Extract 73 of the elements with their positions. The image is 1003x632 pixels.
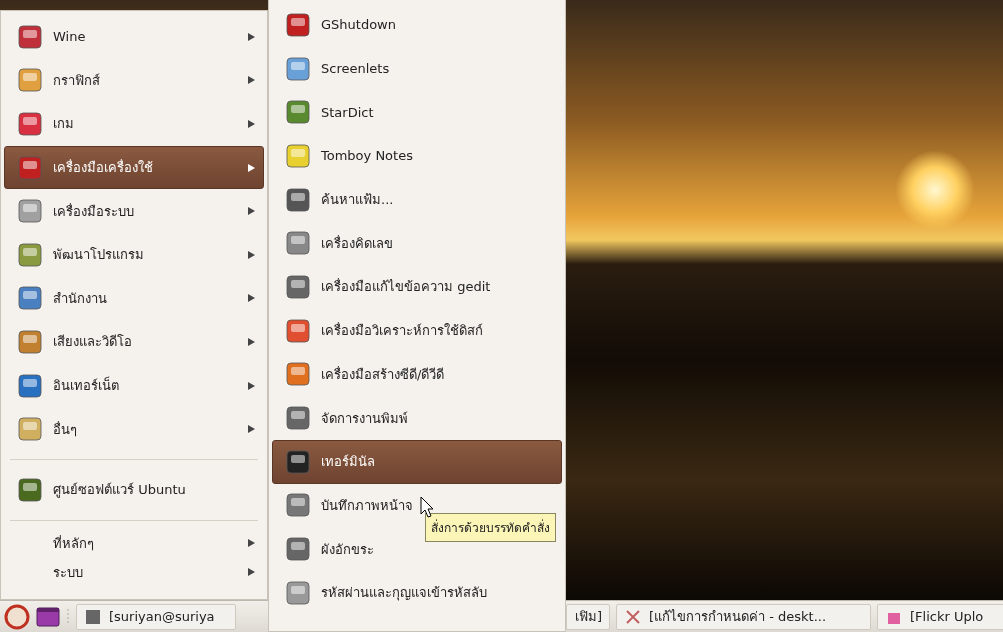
menu-item[interactable]: GShutdown — [272, 3, 405, 47]
application-icon — [285, 448, 311, 475]
application-icon — [285, 579, 311, 606]
mouse-cursor-icon — [420, 496, 434, 518]
submenu-arrow-icon — [248, 337, 255, 346]
menu-item[interactable]: จัดการงานพิมพ์ — [272, 396, 417, 440]
application-icon — [17, 416, 43, 443]
submenu-arrow-icon — [248, 207, 255, 216]
submenu-arrow-icon — [248, 568, 255, 577]
application-icon — [285, 492, 311, 519]
menu-item[interactable]: เทอร์มินัล — [272, 439, 562, 484]
menu-item[interactable]: พัฒนาโปรแกรม — [4, 232, 264, 277]
tooltip: สั่งการด้วยบรรทัดคำสั่ง — [425, 513, 556, 542]
menu-item[interactable]: เกม — [4, 102, 264, 146]
menu-item[interactable]: เสียงและวิดีโอ — [4, 320, 264, 364]
menu-item[interactable]: ที่หลักๆ — [4, 528, 264, 558]
application-icon — [17, 154, 43, 181]
application-icon — [17, 285, 43, 312]
logo-icon[interactable] — [4, 603, 30, 630]
menu-item[interactable]: ค้นหาแฟ้ม... — [272, 177, 403, 222]
application-icon — [285, 142, 311, 169]
menu-item[interactable]: StarDict — [272, 90, 383, 135]
application-icon — [285, 405, 311, 432]
submenu-arrow-icon — [248, 250, 255, 259]
application-icon — [17, 23, 43, 50]
application-icon — [285, 55, 311, 82]
submenu-arrow-icon — [248, 120, 255, 128]
menu-item[interactable]: อื่นๆ — [4, 407, 264, 451]
menu-item[interactable]: ผังอักขระ — [272, 527, 383, 571]
submenu-arrow-icon — [248, 381, 255, 390]
window-icon[interactable] — [36, 606, 60, 627]
application-icon — [17, 198, 43, 225]
menu-item[interactable]: เครื่องมือแก้ไขข้อความ gedit — [272, 265, 500, 309]
task-button[interactable]: [แก้ไขการกำหนดค่า - deskt... — [616, 603, 871, 630]
application-icon — [17, 476, 43, 503]
application-icon — [17, 67, 43, 94]
menu-item[interactable]: ระบบ — [4, 557, 264, 587]
menu-item[interactable]: เครื่องมือวิเคราะห์การใช้ดิสก์ — [272, 308, 492, 353]
application-icon — [285, 536, 311, 563]
task-button[interactable]: [suriyan@suriya — [76, 603, 236, 630]
application-icon — [285, 273, 311, 300]
application-icon — [285, 186, 311, 213]
menu-item[interactable]: รหัสผ่านและกุญแจเข้ารหัสลับ — [272, 570, 496, 615]
menu-item[interactable]: เครื่องมือระบบ — [4, 189, 264, 233]
application-icon — [285, 317, 311, 344]
menu-item[interactable]: ศูนย์ซอฟต์แวร์ Ubuntu — [4, 467, 264, 512]
menu-item[interactable]: Screenlets — [272, 46, 399, 91]
menu-item[interactable]: เครื่องคิดเลข — [272, 221, 402, 266]
application-icon — [17, 241, 43, 268]
task-button[interactable]: เฟิม] — [566, 603, 610, 630]
application-icon — [17, 111, 43, 137]
application-icon — [285, 99, 311, 126]
menu-item[interactable]: Tomboy Notes — [272, 134, 422, 178]
application-icon — [17, 372, 43, 399]
task-button[interactable]: [Flickr Uplo — [877, 603, 1003, 630]
menu-item[interactable]: เครื่องมือเครื่องใช้ — [4, 145, 264, 190]
application-icon — [285, 230, 311, 257]
application-icon — [285, 361, 311, 388]
submenu-arrow-icon — [248, 539, 255, 548]
terminal-icon — [85, 608, 101, 625]
submenu-arrow-icon — [248, 294, 255, 303]
application-icon — [285, 11, 311, 38]
menu-item[interactable]: อินเทอร์เน็ต — [4, 363, 264, 408]
submenu-arrow-icon — [248, 76, 255, 85]
submenu-arrow-icon — [248, 425, 255, 434]
menu-item[interactable]: กราฟิกส์ — [4, 58, 264, 103]
submenu-arrow-icon — [248, 163, 255, 172]
application-icon — [17, 328, 43, 355]
menu-item[interactable]: บันทึกภาพหน้าจ — [272, 483, 422, 528]
menu-item[interactable]: สำนักงาน — [4, 276, 264, 321]
menu-item[interactable]: Wine — [4, 15, 264, 59]
menu-item[interactable]: เครื่องมือสร้างซีดี/ดีวีดี — [272, 352, 454, 397]
submenu-arrow-icon — [248, 32, 255, 41]
